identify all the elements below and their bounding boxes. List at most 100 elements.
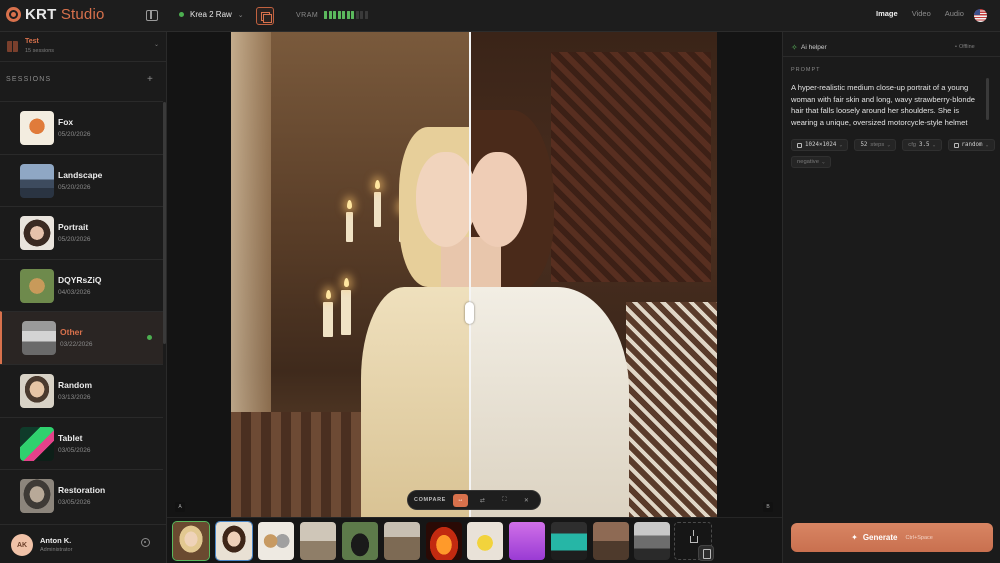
- split-view-icon[interactable]: ↔: [452, 493, 468, 507]
- compare-divider[interactable]: [469, 32, 471, 517]
- model-name: Krea 2 Raw: [190, 10, 232, 19]
- chevron-down-icon: ⌄: [154, 42, 160, 48]
- session-name: Restoration: [58, 485, 106, 496]
- film-thumbnail[interactable]: [467, 522, 503, 560]
- chevron-down-icon: ⌄: [821, 159, 825, 165]
- tab-video[interactable]: Video: [912, 9, 931, 18]
- curtain: [231, 32, 271, 452]
- steps-chip[interactable]: 52 steps ⌄: [854, 139, 897, 151]
- session-item-restoration[interactable]: Restoration 03/05/2026: [0, 469, 163, 522]
- film-thumbnail[interactable]: [384, 522, 420, 560]
- face-b: [469, 152, 527, 247]
- chevron-down-icon: ⌄: [839, 142, 843, 148]
- tab-audio[interactable]: Audio: [945, 9, 964, 18]
- session-item-portrait[interactable]: Portrait 05/20/2026: [0, 206, 163, 259]
- film-thumbnail[interactable]: [426, 522, 462, 560]
- vram-bar: [324, 11, 328, 19]
- bed-blanket: [231, 412, 371, 517]
- film-thumbnail[interactable]: [593, 522, 629, 560]
- session-thumbnail: [20, 479, 54, 514]
- user-profile[interactable]: AK Anton K. Administrator: [0, 524, 166, 563]
- seed-icon: [953, 142, 959, 148]
- close-icon[interactable]: ✕: [519, 494, 534, 507]
- ai-helper-title: Ai helper: [801, 44, 827, 51]
- paste-clipboard-icon[interactable]: [698, 545, 714, 561]
- session-item-other[interactable]: Other 03/22/2026: [0, 311, 163, 364]
- session-name: DQYRsZiQ: [58, 274, 102, 285]
- session-name: Other: [60, 327, 83, 338]
- session-name: Fox: [58, 117, 74, 127]
- session-item-landscape[interactable]: Landscape 05/20/2026: [0, 153, 163, 207]
- film-thumbnail[interactable]: [509, 522, 545, 560]
- vram-bar: [337, 11, 341, 19]
- tab-image[interactable]: Image: [876, 9, 898, 18]
- project-selector[interactable]: Test 15 sessions ⌄: [0, 32, 166, 62]
- vram-bar: [351, 11, 355, 19]
- cfg-value: 3.5: [919, 142, 930, 148]
- film-thumbnail[interactable]: [172, 521, 210, 561]
- film-thumbnail[interactable]: [258, 522, 294, 560]
- cfg-label: cfg: [908, 142, 917, 148]
- bed-pillows: [626, 302, 717, 517]
- generate-shortcut: Ctrl+Space: [905, 534, 933, 541]
- prompt-label: PROMPT: [791, 67, 821, 73]
- vram-bar: [342, 11, 346, 19]
- session-item-fox[interactable]: Fox 05/20/2026: [0, 101, 163, 154]
- candle: [346, 212, 353, 242]
- sessions-scrollbar[interactable]: [163, 102, 166, 344]
- fullscreen-icon[interactable]: ⛶: [497, 494, 512, 507]
- sparkle-icon: ✧: [791, 43, 798, 52]
- session-active-dot: [147, 335, 152, 341]
- candle-flame: [326, 290, 331, 299]
- compare-slider-handle[interactable]: [465, 302, 474, 324]
- size-chip[interactable]: 1024×1024 ⌄: [791, 139, 849, 151]
- sessions-heading: SESSIONS: [6, 76, 52, 83]
- face-a: [416, 152, 476, 247]
- generate-button[interactable]: ✦ Generate Ctrl+Space: [791, 523, 993, 552]
- session-item-random[interactable]: Random 03/13/2026: [0, 363, 163, 417]
- candle: [341, 290, 351, 335]
- session-item-dqyrsziq[interactable]: DQYRsZiQ 04/03/2026: [0, 258, 163, 312]
- image-a-marker: A: [175, 502, 185, 512]
- prompt-scrollbar[interactable]: [986, 78, 989, 120]
- film-thumbnail[interactable]: [551, 522, 587, 560]
- session-thumbnail: [22, 321, 56, 356]
- session-item-tablet[interactable]: Tablet 03/05/2026: [0, 416, 163, 470]
- sidebar-toggle-icon[interactable]: [146, 10, 158, 21]
- film-thumbnail[interactable]: [342, 522, 378, 560]
- vram-label: VRAM: [296, 11, 319, 19]
- session-thumbnail: [20, 373, 54, 408]
- negative-prompt-chip[interactable]: negative ⌄: [791, 156, 831, 168]
- tapestry: [551, 52, 711, 282]
- settings-icon[interactable]: [141, 538, 150, 547]
- session-thumbnail: [20, 268, 54, 303]
- filmstrip: [167, 517, 782, 563]
- model-selector[interactable]: Krea 2 Raw ⌄: [179, 10, 244, 19]
- candle-flame: [347, 200, 352, 209]
- swap-icon[interactable]: ⇄: [475, 494, 490, 507]
- user-name: Anton K.: [40, 536, 72, 545]
- comparison-image[interactable]: [231, 32, 717, 517]
- language-flag-icon[interactable]: [974, 9, 987, 22]
- session-date: 03/22/2026: [60, 341, 93, 349]
- seed-chip[interactable]: random ⌄: [947, 139, 995, 151]
- robe-a: [361, 287, 469, 517]
- film-thumbnail[interactable]: [634, 522, 670, 560]
- copy-layers-button[interactable]: [256, 7, 274, 25]
- chevron-down-icon: ⌄: [887, 142, 891, 148]
- chevron-down-icon: ⌄: [985, 142, 989, 148]
- cfg-chip[interactable]: cfg 3.5 ⌄: [902, 139, 942, 151]
- film-thumbnail[interactable]: [300, 522, 336, 560]
- ai-helper-header: ✧ Ai helper Offline: [783, 32, 1000, 57]
- candle-flame: [375, 180, 380, 189]
- chevron-down-icon: ⌄: [237, 11, 244, 19]
- add-session-button[interactable]: +: [147, 74, 153, 85]
- film-thumbnail[interactable]: [215, 521, 253, 561]
- session-thumbnail: [20, 111, 54, 145]
- right-panel: ✧ Ai helper Offline PROMPT A hyper-reali…: [782, 32, 1000, 563]
- session-date: 03/05/2026: [58, 446, 91, 454]
- model-status-dot: [179, 12, 184, 17]
- sparkle-icon: ✦: [851, 533, 858, 542]
- prompt-textarea[interactable]: A hyper-realistic medium close-up portra…: [791, 82, 987, 128]
- vram-bar: [333, 11, 337, 19]
